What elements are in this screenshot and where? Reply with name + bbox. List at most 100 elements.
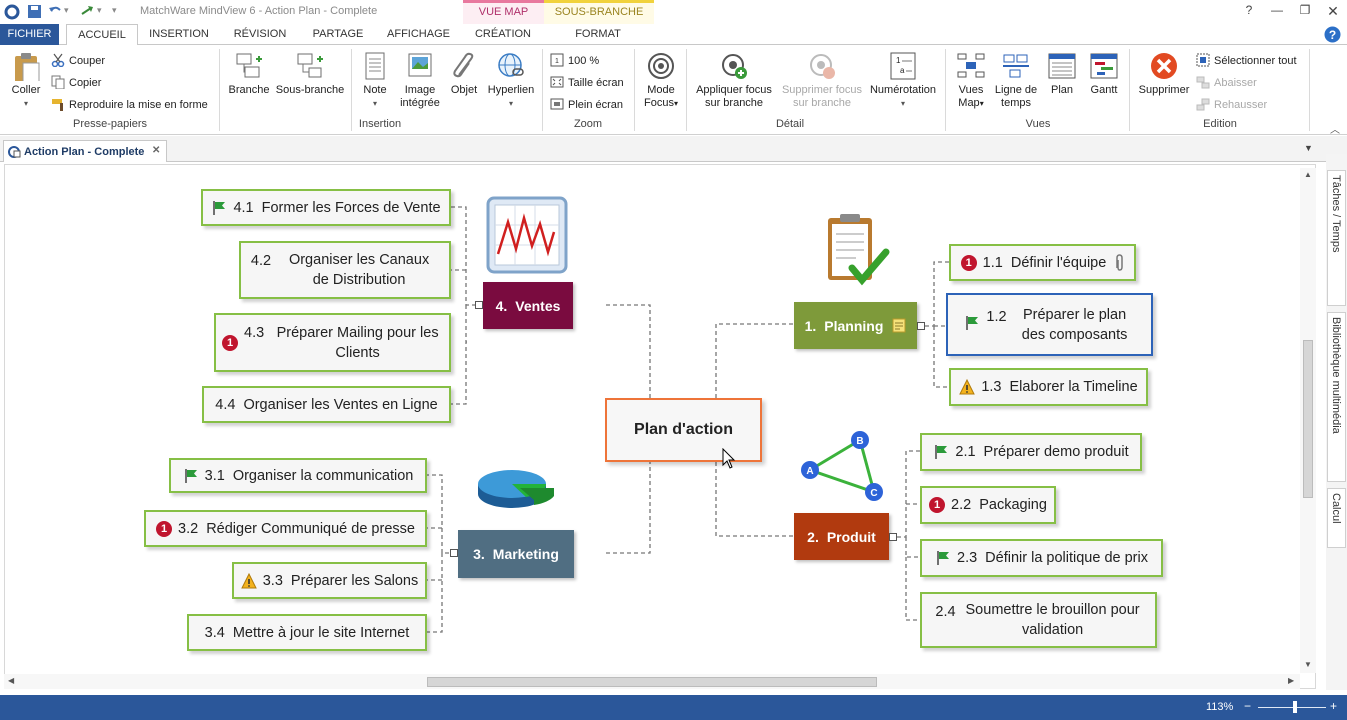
topic-4-3[interactable]: 1 4.3 Préparer Mailing pour les Clients [214,313,451,372]
close-window-button[interactable]: ✕ [1320,3,1346,21]
horizontal-scrollbar[interactable]: ◀ ▶ [4,674,1300,689]
tab-creation[interactable]: CRÉATION [468,24,538,45]
tab-insertion[interactable]: INSERTION [143,24,215,45]
topic-2-3[interactable]: 2.3 Définir la politique de prix [920,539,1163,577]
network-diagram-image[interactable]: A B C [798,428,890,504]
scroll-left-icon[interactable]: ◀ [8,676,14,685]
minimize-button[interactable]: — [1264,3,1290,21]
topic-3-4[interactable]: 3.4 Mettre à jour le site Internet [187,614,427,651]
hyperlien-dropdown-icon[interactable]: ▾ [484,97,538,110]
help-window-icon[interactable]: ? [1236,3,1262,21]
undo-dropdown-icon[interactable]: ▾ [64,5,69,16]
copier-button[interactable]: Copier [51,75,101,89]
taille-ecran-button[interactable]: Taille écran [550,75,624,89]
coller-dropdown-icon[interactable]: ▾ [6,97,46,110]
horizontal-scroll-thumb[interactable] [427,677,877,687]
topic-2-2[interactable]: 1 2.2 Packaging [920,486,1056,524]
central-topic[interactable]: Plan d'action [605,398,762,462]
collapse-ribbon-icon[interactable]: ︿ [1330,121,1340,136]
abaisser-button[interactable]: Abaisser [1196,75,1257,89]
side-tab-taches-temps[interactable]: Tâches / Temps [1327,170,1346,306]
reproduire-button[interactable]: Reproduire la mise en forme [51,97,208,111]
numerotation-dropdown-icon[interactable]: ▾ [865,97,941,110]
rehausser-button[interactable]: Rehausser [1196,97,1267,111]
topic-2-1[interactable]: 2.1 Préparer demo produit [920,433,1142,471]
branch-planning-expander[interactable] [917,322,925,330]
topic-3-1[interactable]: 3.1 Organiser la communication [169,458,427,493]
topic-4-1[interactable]: 4.1 Former les Forces de Vente [201,189,451,226]
pie-chart-image[interactable] [474,458,558,514]
save-icon[interactable] [27,4,42,19]
topic-4-4[interactable]: 4.4 Organiser les Ventes en Ligne [202,386,451,423]
restore-button[interactable]: ❐ [1292,3,1318,21]
branch-produit-expander[interactable] [889,533,897,541]
redo-icon[interactable] [80,4,94,18]
undo-icon[interactable] [48,4,62,18]
quick-access-customize-icon[interactable]: ▾ [112,5,117,16]
document-list-dropdown-icon[interactable]: ▼ [1304,143,1313,153]
branch-marketing[interactable]: 3. Marketing [458,530,574,578]
zoom-100-button[interactable]: 1 100 % [550,53,599,67]
branch-ventes-expander[interactable] [475,301,483,309]
note-dropdown-icon[interactable]: ▾ [357,97,393,110]
branche-button[interactable]: Branche [227,51,271,97]
attachment-icon[interactable] [1114,253,1124,272]
plan-button[interactable]: Plan [1042,51,1082,97]
vues-map-button[interactable]: Vues Map▾ [951,51,991,110]
mode-focus-button[interactable]: Mode Focus▾ [639,51,683,110]
sous-branche-label: Sous-branche [275,84,345,96]
appliquer-focus-button[interactable]: Appliquer focus sur branche [690,51,778,110]
branch-produit[interactable]: 2. Produit [794,513,889,560]
vertical-scroll-thumb[interactable] [1303,340,1313,498]
zoom-out-button[interactable]: − [1244,699,1251,713]
supprimer-button[interactable]: Supprimer [1136,51,1192,97]
close-document-tab-icon[interactable]: ✕ [152,145,160,156]
coller-button[interactable]: Coller ▾ [6,51,46,110]
redo-dropdown-icon[interactable]: ▾ [97,5,102,16]
vertical-scrollbar[interactable]: ▲ ▼ [1300,168,1316,673]
tab-accueil[interactable]: ACCUEIL [66,24,138,46]
mode-focus-dropdown-icon[interactable]: ▾ [674,99,678,108]
side-tab-calcul[interactable]: Calcul [1327,488,1346,548]
scroll-right-icon[interactable]: ▶ [1288,676,1294,685]
topic-1-3[interactable]: 1.3 Elaborer la Timeline [949,368,1148,406]
numerotation-button[interactable]: 1a Numérotation ▾ [865,51,941,110]
couper-button[interactable]: Couper [51,53,105,67]
topic-2-4[interactable]: 2.4 Soumettre le brouillon pour validatio… [920,592,1157,648]
topic-3-3[interactable]: 3.3 Préparer les Salons [232,562,427,599]
note-marker-icon[interactable] [892,318,906,333]
image-integree-button[interactable]: Image intégrée [396,51,444,110]
clipboard-check-image[interactable] [824,212,890,292]
plein-ecran-button[interactable]: Plein écran [550,97,623,111]
tab-affichage[interactable]: AFFICHAGE [381,24,456,45]
scroll-up-icon[interactable]: ▲ [1304,170,1312,179]
objet-button[interactable]: Objet [446,51,482,97]
hyperlien-button[interactable]: Hyperlien ▾ [484,51,538,110]
side-tab-bibliotheque[interactable]: Bibliothèque multimédia [1327,312,1346,482]
zoom-slider-handle[interactable] [1293,701,1297,713]
supprimer-focus-button[interactable]: Supprimer focus sur branche [779,51,865,110]
topic-1-2[interactable]: 1.2 Préparer le plan des composants [946,293,1153,356]
branch-ventes[interactable]: 4. Ventes [483,282,573,329]
tab-format[interactable]: FORMAT [562,24,634,45]
selectionner-tout-button[interactable]: Sélectionner tout [1196,53,1297,67]
topic-4-2[interactable]: 4.2 Organiser les Canaux de Distribution [239,241,451,299]
gantt-button[interactable]: Gantt [1084,51,1124,97]
topic-1-1[interactable]: 1 1.1 Définir l'équipe [949,244,1136,281]
branch-marketing-expander[interactable] [450,549,458,557]
scroll-down-icon[interactable]: ▼ [1304,660,1312,669]
tab-revision[interactable]: RÉVISION [224,24,296,45]
note-button[interactable]: Note ▾ [357,51,393,110]
zoom-in-button[interactable]: + [1330,699,1337,713]
topic-3-2[interactable]: 1 3.2 Rédiger Communiqué de presse [144,510,427,547]
help-icon[interactable]: ? [1324,26,1341,43]
zoom-slider-track[interactable] [1258,707,1326,708]
branch-planning[interactable]: 1. Planning [794,302,917,349]
ligne-de-temps-button[interactable]: Ligne de temps [993,51,1039,110]
tab-fichier[interactable]: FICHIER [0,24,59,45]
sous-branche-button[interactable]: Sous-branche [274,51,346,97]
vues-map-dropdown-icon[interactable]: ▾ [980,99,984,108]
sales-chart-image[interactable] [484,194,572,280]
document-tab[interactable]: Action Plan - Complete ✕ [3,140,167,162]
tab-partage[interactable]: PARTAGE [302,24,374,45]
